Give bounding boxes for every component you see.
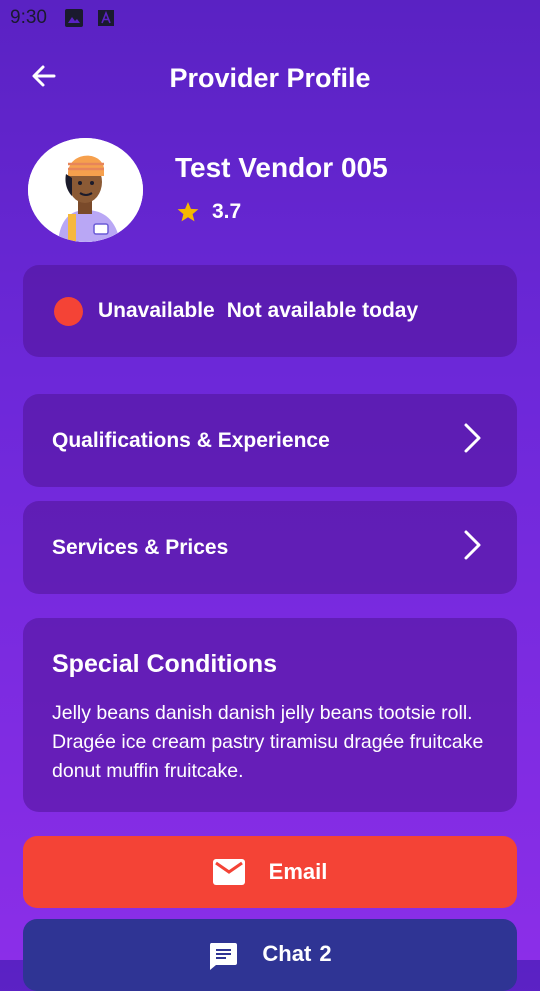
app-bar: Provider Profile: [0, 50, 540, 106]
status-bar: 9:30: [0, 0, 540, 36]
chevron-right-icon: [461, 529, 483, 566]
mail-icon: [212, 859, 245, 885]
qualifications-label: Qualifications & Experience: [52, 428, 330, 452]
email-label: Email: [268, 859, 328, 884]
chat-button[interactable]: Chat 2: [23, 919, 517, 991]
vendor-name: Test Vendor 005: [175, 152, 388, 183]
chevron-right-icon: [461, 422, 483, 459]
page-title: Provider Profile: [169, 62, 371, 93]
status-dot: [54, 296, 83, 326]
qualifications-row[interactable]: Qualifications & Experience: [23, 394, 517, 487]
status-time: 9:30: [10, 7, 47, 28]
back-button[interactable]: [24, 58, 64, 98]
avatar: [28, 138, 143, 242]
special-conditions-body: Jelly beans danish danish jelly beans to…: [52, 702, 484, 782]
arrow-left-icon: [30, 62, 58, 95]
services-row[interactable]: Services & Prices: [23, 501, 517, 594]
services-label: Services & Prices: [52, 535, 229, 559]
special-conditions-title: Special Conditions: [52, 650, 278, 678]
image-icon: [64, 9, 83, 27]
rating-value: 3.7: [212, 200, 242, 223]
availability-card: Unavailable Not available today: [23, 265, 517, 357]
chat-count: 2: [319, 941, 332, 966]
chat-label: Chat: [262, 941, 312, 966]
rating: 3.7: [176, 200, 241, 224]
provider-header: Test Vendor 005 3.7: [28, 138, 512, 244]
star-icon: [176, 200, 200, 224]
availability-note: Not available today: [226, 299, 419, 322]
chat-icon: [208, 941, 238, 971]
email-button[interactable]: Email: [23, 836, 517, 908]
special-conditions-card: Special Conditions Jelly beans danish da…: [23, 618, 517, 812]
availability-status: Unavailable: [98, 299, 215, 322]
a-icon: [97, 9, 115, 27]
